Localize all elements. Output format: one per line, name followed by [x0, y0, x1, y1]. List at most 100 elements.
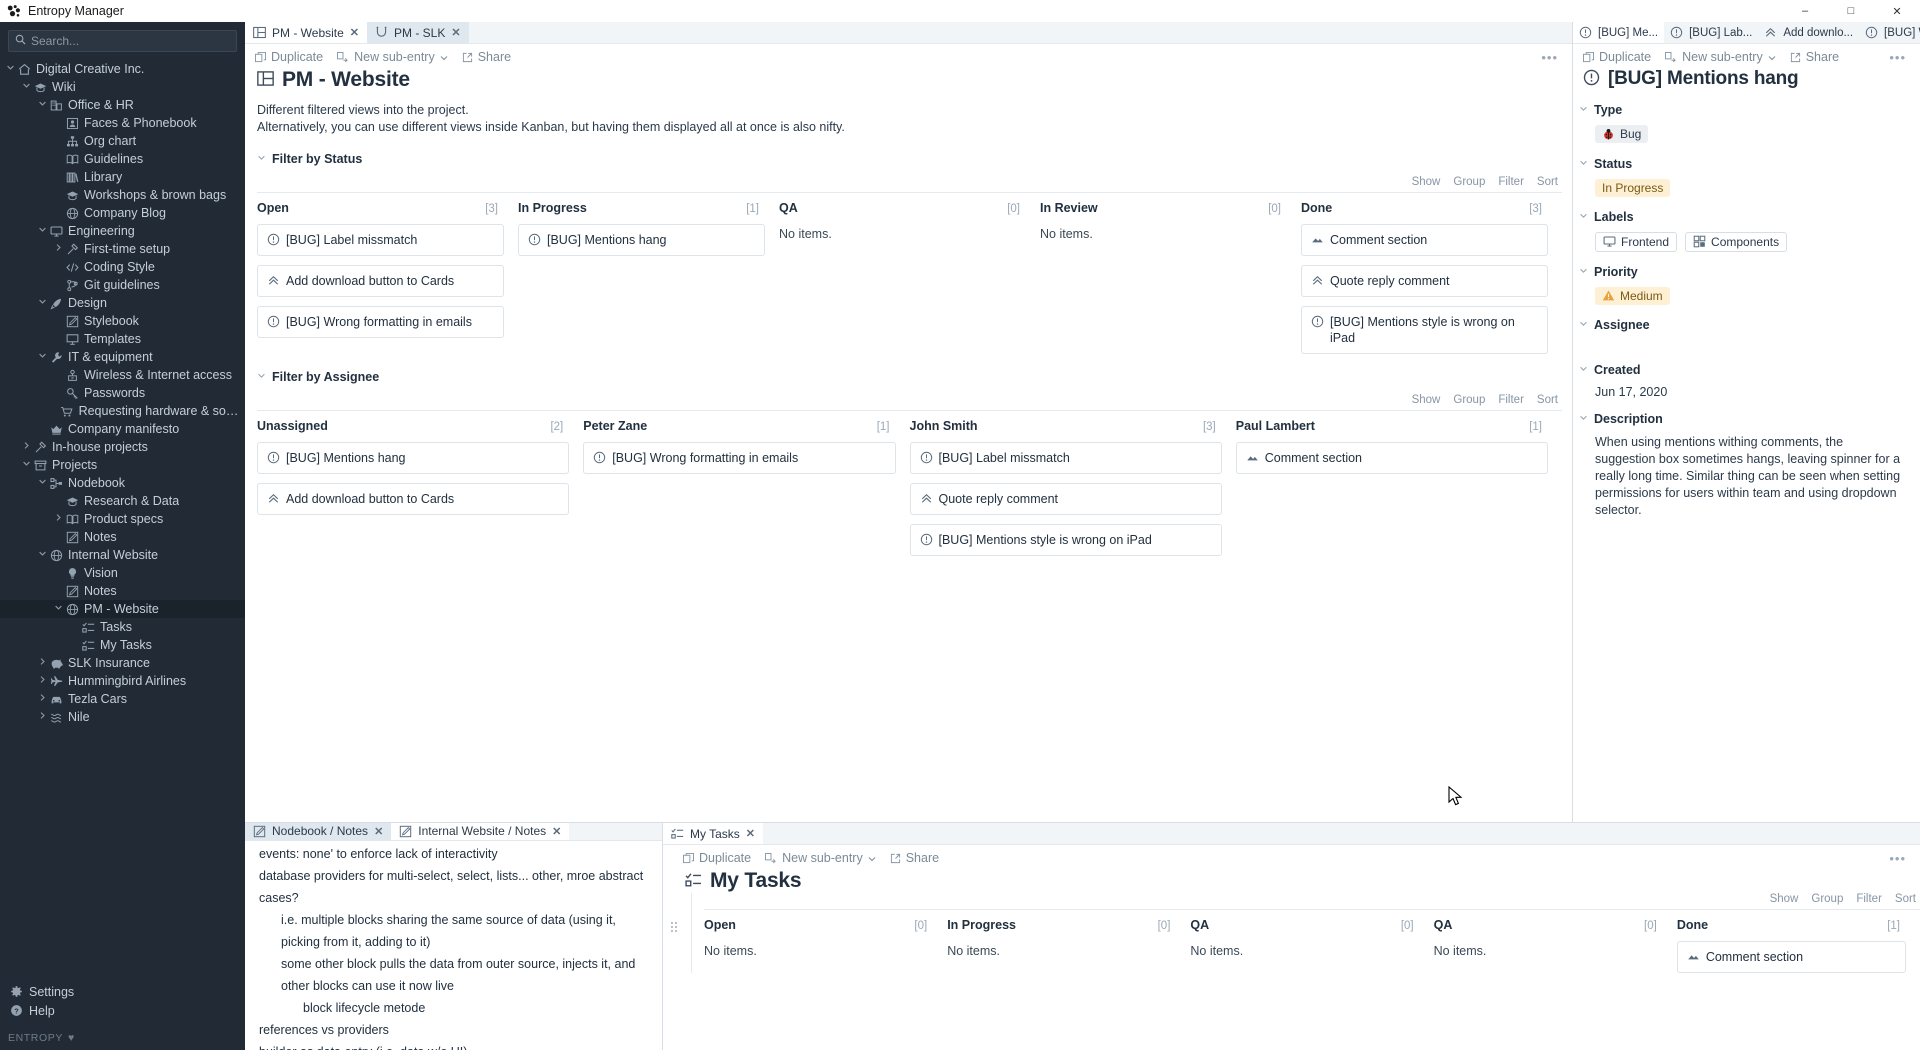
sidebar-item-tezla-cars[interactable]: Tezla Cars [0, 690, 245, 708]
kanban-card[interactable]: [BUG] Wrong formatting in emails [257, 306, 504, 338]
twisty-icon[interactable] [36, 294, 48, 312]
note-line[interactable]: some other block pulls the data from out… [259, 953, 652, 997]
sidebar-item-design[interactable]: Design [0, 294, 245, 312]
sidebar-item-pm-website[interactable]: PM - Website [0, 600, 245, 618]
status-badge[interactable]: In Progress [1595, 178, 1671, 197]
board-control-group[interactable]: Group [1453, 394, 1485, 406]
sidebar-item-vision[interactable]: Vision [0, 564, 245, 582]
close-button[interactable]: ✕ [1874, 0, 1920, 22]
sidebar-item-research-data[interactable]: Research & Data [0, 492, 245, 510]
board-control-sort[interactable]: Sort [1537, 176, 1558, 188]
chevron-down-icon[interactable] [1579, 364, 1588, 376]
section-header[interactable]: Filter by Status [257, 152, 1562, 166]
twisty-icon[interactable] [36, 690, 48, 708]
sidebar-item-library[interactable]: Library [0, 168, 245, 186]
chevron-down-icon[interactable] [257, 371, 266, 383]
sidebar-item-office-hr[interactable]: Office & HR [0, 96, 245, 114]
sidebar-item-it-equipment[interactable]: IT & equipment [0, 348, 245, 366]
sidebar-item-company-manifesto[interactable]: Company manifesto [0, 420, 245, 438]
kanban-card[interactable]: Comment section [1301, 224, 1548, 256]
status-badge[interactable]: Medium [1595, 286, 1670, 305]
close-icon[interactable]: ✕ [451, 26, 460, 39]
sidebar-item-digital-creative-inc[interactable]: Digital Creative Inc. [0, 60, 245, 78]
tab-my-tasks[interactable]: My Tasks ✕ [663, 823, 764, 844]
sidebar-item-requesting-hardware-software[interactable]: Requesting hardware & software [0, 402, 245, 420]
detail-overflow-button[interactable]: ••• [1889, 50, 1906, 65]
sidebar-item-org-chart[interactable]: Org chart [0, 132, 245, 150]
kanban-card[interactable]: Comment section [1676, 941, 1907, 973]
search-input[interactable]: Search... [8, 30, 237, 52]
note-line[interactable]: i.e. multiple blocks sharing the same so… [259, 909, 652, 953]
twisty-icon[interactable] [36, 96, 48, 114]
chevron-down-icon[interactable] [1579, 104, 1588, 116]
twisty-icon[interactable] [36, 708, 48, 726]
chevron-down-icon[interactable] [1579, 319, 1588, 331]
sidebar-item-git-guidelines[interactable]: Git guidelines [0, 276, 245, 294]
tab-pm-website[interactable]: PM - Website ✕ [245, 22, 368, 43]
twisty-icon[interactable] [20, 456, 32, 474]
tab-internal-website-notes[interactable]: Internal Website / Notes ✕ [391, 823, 570, 840]
note-line[interactable]: builder as data entry (i.e. data w/o UI) [259, 1041, 652, 1050]
mytasks-share-button[interactable]: Share [890, 851, 939, 865]
mytasks-control-show[interactable]: Show [1770, 893, 1799, 905]
board-control-sort[interactable]: Sort [1537, 394, 1558, 406]
sidebar-item-wiki[interactable]: Wiki [0, 78, 245, 96]
kanban-card[interactable]: [BUG] Mentions style is wrong on iPad [909, 524, 1222, 556]
drag-handle[interactable] [671, 919, 677, 935]
mytasks-control-sort[interactable]: Sort [1895, 893, 1916, 905]
sidebar-item-nodebook[interactable]: Nodebook [0, 474, 245, 492]
property-value-empty[interactable] [1579, 340, 1920, 350]
minimize-button[interactable]: – [1782, 0, 1828, 22]
mytasks-overflow-button[interactable]: ••• [1889, 851, 1906, 866]
sidebar-item-notes[interactable]: Notes [0, 582, 245, 600]
kanban-card[interactable]: [BUG] Label missmatch [257, 224, 504, 256]
label-badge[interactable]: Frontend [1595, 231, 1678, 252]
sidebar-item-stylebook[interactable]: Stylebook [0, 312, 245, 330]
property-header[interactable]: Description [1579, 412, 1920, 426]
sidebar-item-passwords[interactable]: Passwords [0, 384, 245, 402]
sidebar-item-faces-phonebook[interactable]: Faces & Phonebook [0, 114, 245, 132]
sidebar-item-first-time-setup[interactable]: First-time setup [0, 240, 245, 258]
close-icon[interactable]: ✕ [746, 827, 755, 840]
twisty-icon[interactable] [36, 348, 48, 366]
sidebar-item-nile[interactable]: Nile [0, 708, 245, 726]
sidebar-item-notes[interactable]: Notes [0, 528, 245, 546]
section-header[interactable]: Filter by Assignee [257, 370, 1562, 384]
sidebar-item-slk-insurance[interactable]: SLK Insurance [0, 654, 245, 672]
kanban-card[interactable]: [BUG] Mentions hang [518, 224, 765, 256]
sidebar-item-wireless-internet-access[interactable]: IP Wireless & Internet access [0, 366, 245, 384]
sidebar-item-internal-website[interactable]: Internal Website [0, 546, 245, 564]
sidebar-item-company-blog[interactable]: Company Blog [0, 204, 245, 222]
twisty-icon[interactable] [52, 510, 64, 528]
sidebar-help-button[interactable]: ? Help [0, 1001, 245, 1020]
chevron-down-icon[interactable] [1579, 211, 1588, 223]
main-overflow-button[interactable]: ••• [1541, 50, 1558, 65]
note-line[interactable]: events: none' to enforce lack of interac… [259, 843, 652, 865]
twisty-icon[interactable] [36, 672, 48, 690]
label-badge[interactable]: Components [1685, 231, 1788, 252]
sidebar-item-hummingbird-airlines[interactable]: Hummingbird Airlines [0, 672, 245, 690]
tab-nodebook-notes[interactable]: Nodebook / Notes ✕ [245, 823, 392, 840]
property-header[interactable]: Labels [1579, 210, 1920, 224]
mytasks-control-group[interactable]: Group [1811, 893, 1843, 905]
sidebar-item-engineering[interactable]: Engineering [0, 222, 245, 240]
chevron-down-icon[interactable] [1579, 266, 1588, 278]
detail-new-sub-entry-button[interactable]: New sub-entry [1665, 50, 1776, 64]
close-icon[interactable]: ✕ [374, 825, 383, 838]
property-header[interactable]: Priority [1579, 265, 1920, 279]
kanban-card[interactable]: [BUG] Wrong formatting in emails [583, 442, 896, 474]
sidebar-item-workshops-brown-bags[interactable]: Workshops & brown bags [0, 186, 245, 204]
duplicate-button[interactable]: Duplicate [255, 50, 323, 64]
kanban-card[interactable]: Add download button to Cards [257, 265, 504, 297]
note-line[interactable]: database providers for multi-select, sel… [259, 865, 652, 909]
mytasks-duplicate-button[interactable]: Duplicate [683, 851, 751, 865]
property-header[interactable]: Status [1579, 157, 1920, 171]
note-line[interactable]: references vs providers [259, 1019, 652, 1041]
twisty-icon[interactable] [52, 240, 64, 258]
board-control-show[interactable]: Show [1412, 394, 1441, 406]
property-header[interactable]: Assignee [1579, 318, 1920, 332]
twisty-icon[interactable] [36, 474, 48, 492]
kanban-card[interactable]: Add download button to Cards [257, 483, 570, 515]
kanban-card[interactable]: Comment section [1235, 442, 1548, 474]
kanban-card[interactable]: Quote reply comment [909, 483, 1222, 515]
